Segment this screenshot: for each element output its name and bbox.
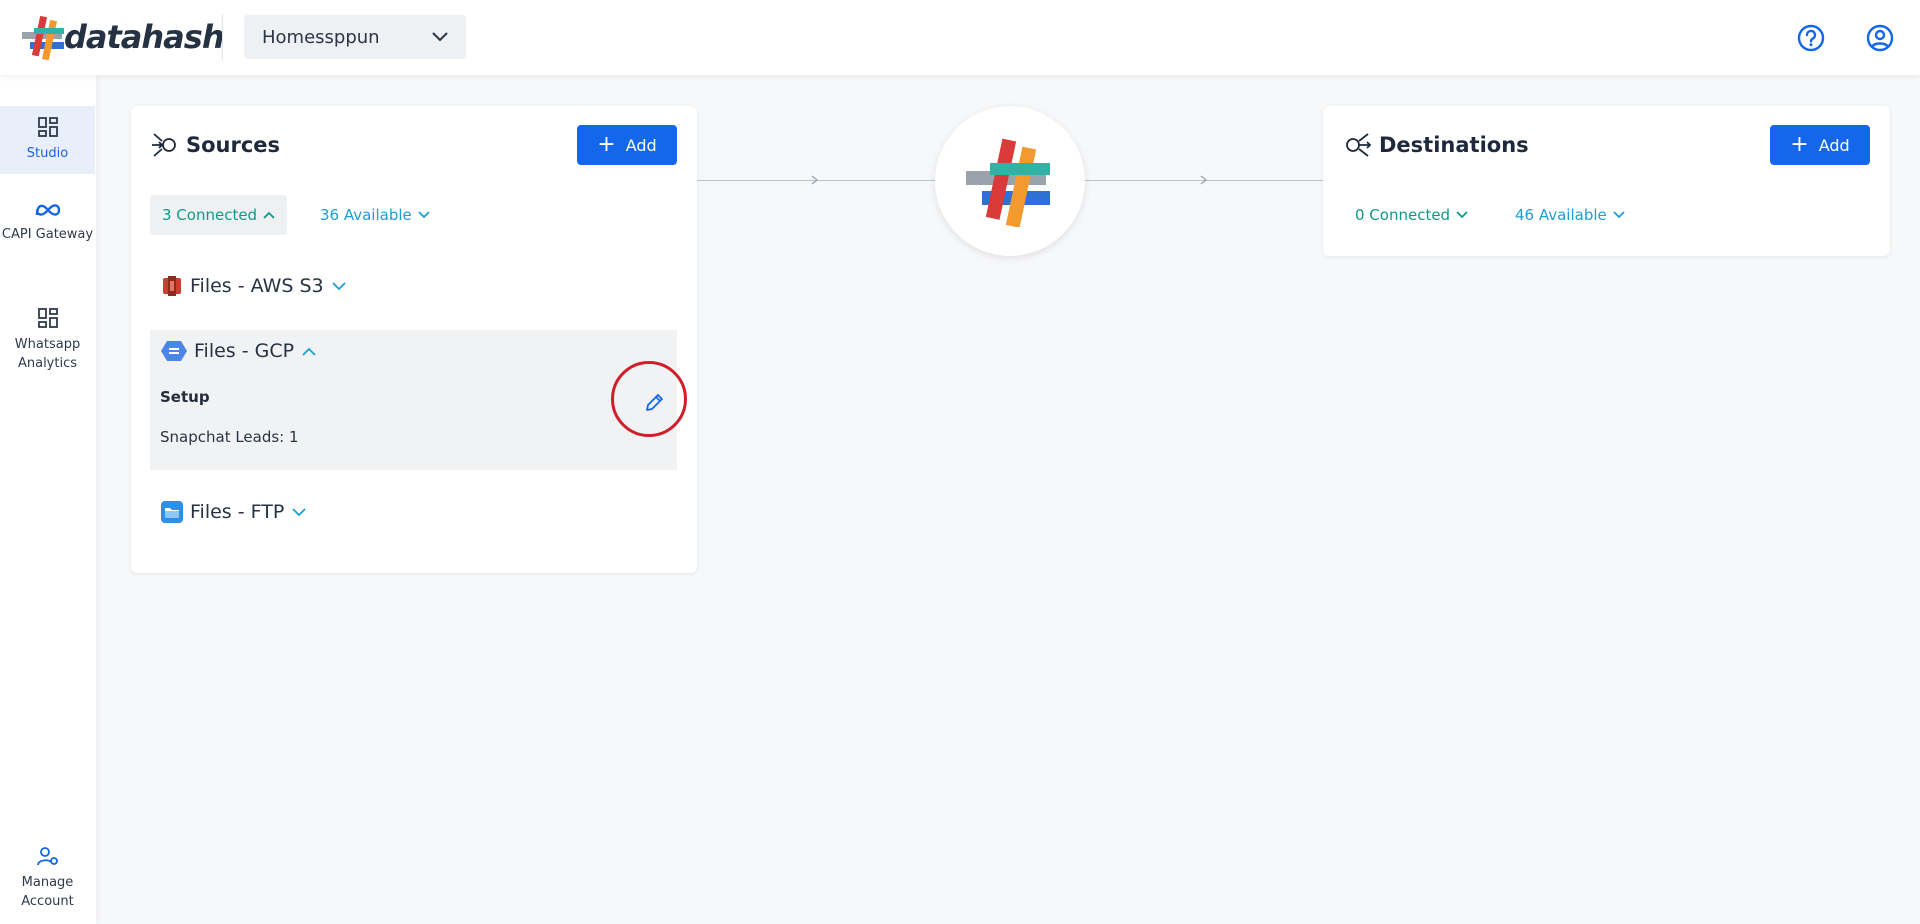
left-sidebar: Studio CAPI Gateway Whatsapp Analytics M… [0, 75, 96, 924]
workspace-select[interactable]: Homessppun [244, 15, 466, 59]
help-circle-icon[interactable] [1796, 23, 1826, 53]
chevron-down-icon [418, 211, 430, 219]
destinations-connected-toggle[interactable]: 0 Connected [1355, 195, 1468, 235]
source-item-label: Files - FTP [190, 501, 285, 523]
setup-label: Setup [160, 388, 210, 406]
top-header: datahash Homessppun [0, 0, 1920, 75]
arrow-right-icon [1200, 175, 1208, 185]
arrow-right-icon [811, 175, 819, 185]
meta-icon [35, 204, 60, 216]
add-destination-label: Add [1818, 135, 1850, 155]
sidebar-item-label: Studio [26, 146, 69, 161]
source-item-gcp-panel: Files - GCP Setup Snapchat Leads: 1 [150, 330, 677, 470]
folder-icon [161, 501, 183, 523]
source-item-label: Files - AWS S3 [190, 275, 324, 297]
destinations-available-toggle[interactable]: 46 Available [1515, 195, 1625, 235]
destinations-available-label: 46 Available [1515, 206, 1607, 224]
dashboard-icon [37, 117, 58, 137]
chevron-down-icon [331, 281, 346, 290]
source-item-gcp[interactable]: Files - GCP [160, 339, 316, 363]
destinations-connected-label: 0 Connected [1355, 206, 1451, 224]
destinations-title-text: Destinations [1379, 133, 1529, 157]
chevron-up-icon [302, 347, 316, 356]
sidebar-item-label: Manage Account [21, 875, 74, 909]
datahash-logo[interactable]: datahash [20, 14, 225, 60]
sources-available-label: 36 Available [320, 206, 412, 224]
source-item-ftp[interactable]: Files - FTP [160, 500, 306, 524]
add-source-button[interactable]: + Add [577, 125, 677, 165]
aws-s3-icon [163, 276, 181, 296]
dashboard-icon [37, 308, 58, 328]
sources-connected-toggle[interactable]: 3 Connected [150, 195, 288, 235]
user-gear-icon [36, 847, 58, 866]
sources-connected-label: 3 Connected [162, 206, 258, 224]
sidebar-item-studio[interactable]: Studio [0, 106, 95, 174]
plus-icon: + [1790, 132, 1809, 157]
chevron-down-icon [292, 507, 306, 516]
edit-pencil-icon[interactable] [643, 392, 665, 414]
source-item-aws-s3[interactable]: Files - AWS S3 [160, 274, 346, 298]
datahash-hub [935, 106, 1085, 256]
sidebar-item-capi-gateway[interactable]: CAPI Gateway [0, 201, 95, 281]
hash-logo-icon [966, 138, 1050, 227]
hash-logo-icon [22, 15, 64, 60]
sources-inbound-icon [152, 133, 176, 157]
plus-icon: + [597, 132, 616, 157]
gcp-icon [161, 341, 187, 361]
source-item-label: Files - GCP [194, 340, 295, 362]
chevron-down-icon [1456, 211, 1468, 219]
header-divider [222, 14, 223, 60]
snapchat-leads-count: Snapchat Leads: 1 [160, 428, 299, 446]
sources-title-text: Sources [186, 133, 281, 157]
chevron-down-icon [432, 32, 448, 42]
sidebar-item-label: Whatsapp Analytics [14, 337, 81, 371]
add-destination-button[interactable]: + Add [1770, 125, 1870, 165]
chevron-up-icon [263, 211, 275, 219]
sources-available-toggle[interactable]: 36 Available [320, 195, 430, 235]
brand-name: datahash [64, 18, 225, 56]
user-circle-icon[interactable] [1865, 23, 1895, 53]
sidebar-item-whatsapp-analytics[interactable]: Whatsapp Analytics [0, 307, 95, 387]
sidebar-item-manage-account[interactable]: Manage Account [0, 845, 95, 915]
sources-title: Sources [150, 130, 280, 160]
workspace-selected: Homessppun [262, 26, 380, 48]
chevron-down-icon [1613, 211, 1625, 219]
destinations-outbound-icon [1346, 133, 1372, 157]
add-source-label: Add [625, 135, 657, 155]
sidebar-item-label: CAPI Gateway [1, 227, 94, 242]
destinations-title: Destinations [1343, 130, 1529, 160]
